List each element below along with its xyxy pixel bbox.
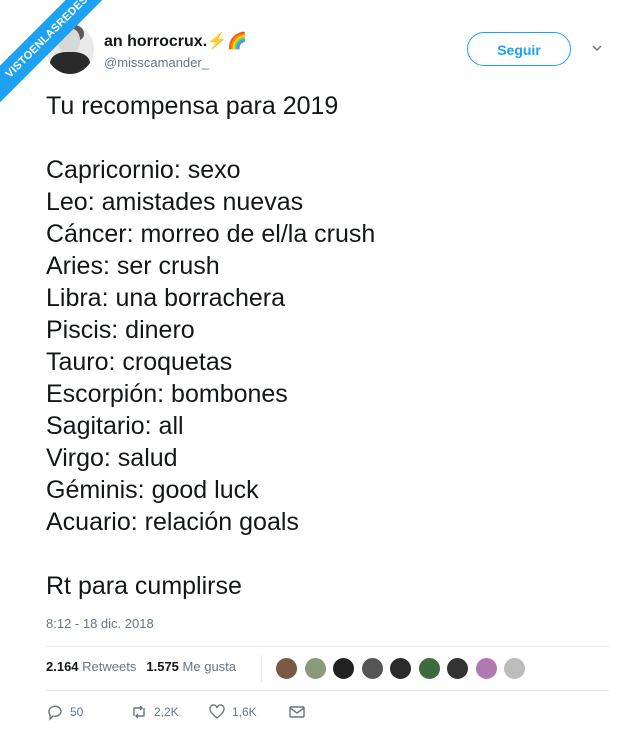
divider bbox=[46, 646, 609, 647]
liker-avatar[interactable] bbox=[473, 656, 499, 681]
retweet-icon bbox=[133, 705, 145, 719]
retweets-label: Retweets bbox=[82, 659, 137, 674]
liker-avatar[interactable] bbox=[388, 656, 413, 681]
retweet-button[interactable]: 2,2K bbox=[130, 703, 179, 721]
chevron-down-icon[interactable] bbox=[591, 42, 603, 54]
liker-avatar[interactable] bbox=[274, 656, 299, 681]
likes-label: Me gusta bbox=[182, 659, 237, 674]
heart-icon bbox=[209, 704, 225, 719]
like-count: 1,6K bbox=[232, 705, 257, 719]
reply-button[interactable]: 50 bbox=[46, 703, 83, 721]
user-handle[interactable]: @misscamander_ bbox=[104, 55, 209, 70]
liker-avatar[interactable] bbox=[502, 656, 527, 681]
follow-button[interactable]: Seguir bbox=[467, 32, 571, 66]
likes-stat[interactable]: 1.575 Me gusta bbox=[146, 659, 236, 674]
tweet-text: Tu recompensa para 2019 Capricornio: sex… bbox=[46, 92, 376, 600]
like-button[interactable]: 1,6K bbox=[208, 703, 257, 721]
retweets-stat[interactable]: 2.164 Retweets bbox=[46, 659, 136, 674]
liker-avatar[interactable] bbox=[302, 656, 328, 681]
reply-count: 50 bbox=[70, 705, 84, 719]
reply-icon bbox=[48, 705, 62, 721]
retweets-count: 2.164 bbox=[46, 659, 79, 674]
mail-icon bbox=[289, 706, 305, 718]
divider bbox=[46, 690, 609, 691]
stats-separator bbox=[261, 655, 262, 682]
liker-avatar[interactable] bbox=[445, 656, 470, 681]
display-name[interactable]: an horrocrux.⚡🌈 bbox=[104, 31, 247, 51]
liker-avatar[interactable] bbox=[359, 656, 385, 681]
tweet-timestamp[interactable]: 8:12 - 18 dic. 2018 bbox=[46, 616, 154, 631]
liker-avatar[interactable] bbox=[331, 656, 356, 681]
likes-count: 1.575 bbox=[146, 659, 179, 674]
liker-avatar[interactable] bbox=[416, 656, 442, 681]
name-emoji: ⚡🌈 bbox=[207, 33, 247, 50]
display-name-text: an horrocrux. bbox=[104, 33, 208, 50]
tweet-stats: 2.164 Retweets 1.575 Me gusta bbox=[46, 659, 236, 674]
retweet-count: 2,2K bbox=[154, 705, 179, 719]
message-button[interactable] bbox=[288, 703, 306, 721]
